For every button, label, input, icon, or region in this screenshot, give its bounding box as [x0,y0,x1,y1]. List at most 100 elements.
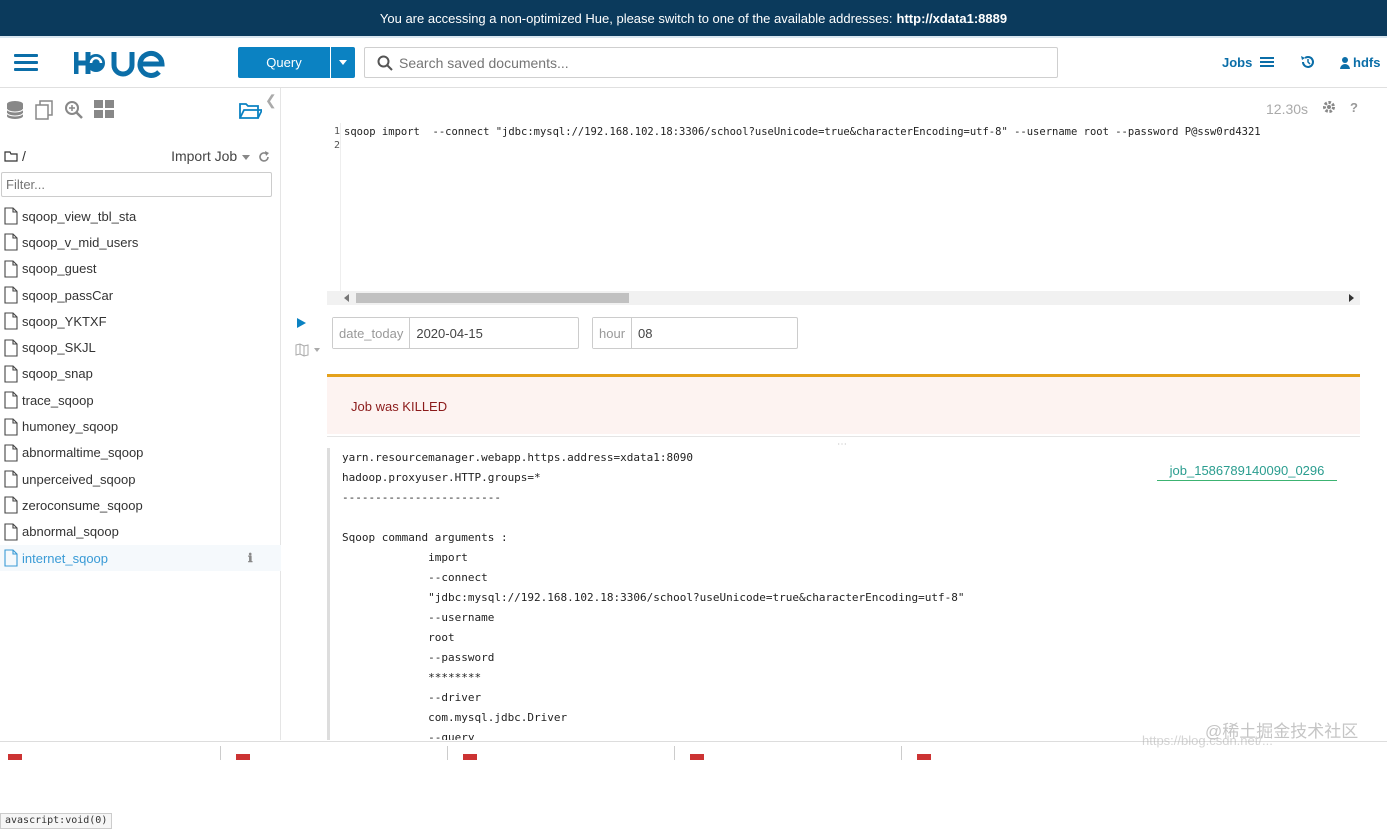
jobs-label: Jobs [1222,55,1253,70]
file-name: humoney_sqoop [22,419,119,435]
code-content[interactable]: sqoop import --connect "jdbc:mysql://192… [344,125,1261,139]
file-icon [4,233,18,251]
line-number: 1 [333,126,340,137]
hamburger-menu-icon[interactable] [14,54,38,72]
taskbar-item-icon[interactable] [917,754,931,760]
file-name: zeroconsume_sqoop [22,497,143,513]
folder-open-icon[interactable] [238,98,262,120]
taskbar-item-icon[interactable] [236,754,250,760]
user-menu[interactable]: hdfs [1340,55,1380,70]
log-text: yarn.resourcemanager.webapp.https.addres… [342,451,965,740]
current-path[interactable]: / [22,148,26,164]
file-icon [4,312,18,330]
list-item[interactable]: sqoop_guest [0,256,281,282]
list-item[interactable]: unperceived_sqoop [0,466,281,492]
status-link-preview: avascript:void(0) [0,813,113,829]
help-icon[interactable]: ? [1350,100,1358,115]
search-input[interactable] [399,54,1039,71]
param-label: date_today [333,318,411,348]
code-line: sqoop import --connect "jdbc:mysql://192… [344,126,1261,138]
import-job-dropdown[interactable]: Import Job [171,148,270,164]
file-icon [4,549,18,567]
user-label: hdfs [1353,55,1381,70]
param-date-today: date_today 2020-04-15 [332,317,579,349]
alert-text: Job was KILLED [351,399,448,414]
file-name: sqoop_guest [22,261,97,277]
hue-logo[interactable] [74,48,174,78]
main-editor-panel: 12.30s ? 1 2 sqoop import --connect "jdb… [282,88,1387,740]
assist-toolbar [6,100,114,120]
taskbar-item-icon[interactable] [463,754,477,760]
list-item-active[interactable]: internet_sqoop ℹ [0,544,281,572]
file-name: internet_sqoop [22,550,109,566]
banner-address[interactable]: http://xdata1:8889 [897,11,1008,26]
search-icon [377,55,393,71]
path-row: / Import Job [4,148,270,164]
grid-icon[interactable] [94,100,114,118]
collapse-panel-button[interactable]: ❮ [265,92,277,109]
list-item[interactable]: abnormaltime_sqoop [0,440,281,466]
list-item[interactable]: sqoop_view_tbl_sta [0,203,281,229]
scroll-right-icon[interactable] [1349,294,1354,302]
search-bar[interactable] [364,47,1058,78]
zoom-icon[interactable] [64,100,84,120]
file-icon [4,365,18,383]
info-icon[interactable]: ℹ [248,551,253,565]
user-icon [1340,56,1350,69]
caret-down-icon [242,154,251,160]
refresh-icon[interactable] [258,151,270,163]
list-item[interactable]: zeroconsume_sqoop [0,492,281,518]
file-name: sqoop_SKJL [22,340,96,356]
job-log-output[interactable]: yarn.resourcemanager.webapp.https.addres… [327,448,1360,740]
list-item[interactable]: trace_sqoop [0,387,281,413]
watermark-url: https://blog.csdn.net/... [1142,733,1273,748]
param-value-input[interactable]: 08 [632,318,658,348]
file-name: abnormal_sqoop [22,524,119,540]
file-icon [4,470,18,488]
param-hour: hour 08 [592,317,798,349]
taskbar-item-icon[interactable] [690,754,704,760]
list-item[interactable]: sqoop_snap [0,361,281,387]
file-name: sqoop_passCar [22,287,114,303]
list-item[interactable]: abnormal_sqoop [0,519,281,545]
history-icon[interactable] [1300,54,1316,70]
file-icon [4,260,18,278]
query-button[interactable]: Query [238,47,330,78]
execution-timer: 12.30s [1266,101,1309,117]
code-editor[interactable]: 1 2 sqoop import --connect "jdbc:mysql:/… [327,123,1360,305]
job-status-alert: Job was KILLED [327,374,1360,434]
scroll-left-icon[interactable] [344,294,349,302]
query-dropdown-button[interactable] [331,47,355,78]
file-icon [4,496,18,514]
file-name: sqoop_YKTXF [22,313,107,329]
top-navbar: Query Jobs hdfs [0,38,1387,88]
job-id-link[interactable]: job_1586789140090_0296 [1157,463,1337,481]
gear-icon[interactable] [1322,100,1336,114]
file-icon [4,444,18,462]
file-icon [4,339,18,357]
file-name: sqoop_snap [22,366,93,382]
file-icon [4,207,18,225]
taskbar-item-icon[interactable] [8,754,22,760]
horizontal-scrollbar[interactable] [327,291,1360,305]
param-value-input[interactable]: 2020-04-15 [410,318,489,348]
filter-input[interactable] [1,172,272,197]
documents-icon[interactable] [34,100,54,120]
list-item[interactable]: sqoop_YKTXF [0,308,281,334]
list-item[interactable]: humoney_sqoop [0,413,281,439]
play-icon[interactable] [297,318,306,328]
file-name: unperceived_sqoop [22,471,136,487]
caret-down-icon [339,60,347,65]
list-item[interactable]: sqoop_v_mid_users [0,229,281,255]
scrollbar-thumb[interactable] [356,293,629,303]
list-item[interactable]: sqoop_passCar [0,282,281,308]
map-icon[interactable] [295,343,323,357]
non-optimized-banner: You are accessing a non-optimized Hue, p… [0,0,1387,38]
file-name: abnormaltime_sqoop [22,445,144,461]
list-item[interactable]: sqoop_SKJL [0,334,281,360]
list-icon [1260,57,1275,67]
jobs-button[interactable]: Jobs [1222,55,1275,70]
database-icon[interactable] [6,100,24,120]
file-name: sqoop_view_tbl_sta [22,208,137,224]
import-job-label: Import Job [171,148,238,164]
